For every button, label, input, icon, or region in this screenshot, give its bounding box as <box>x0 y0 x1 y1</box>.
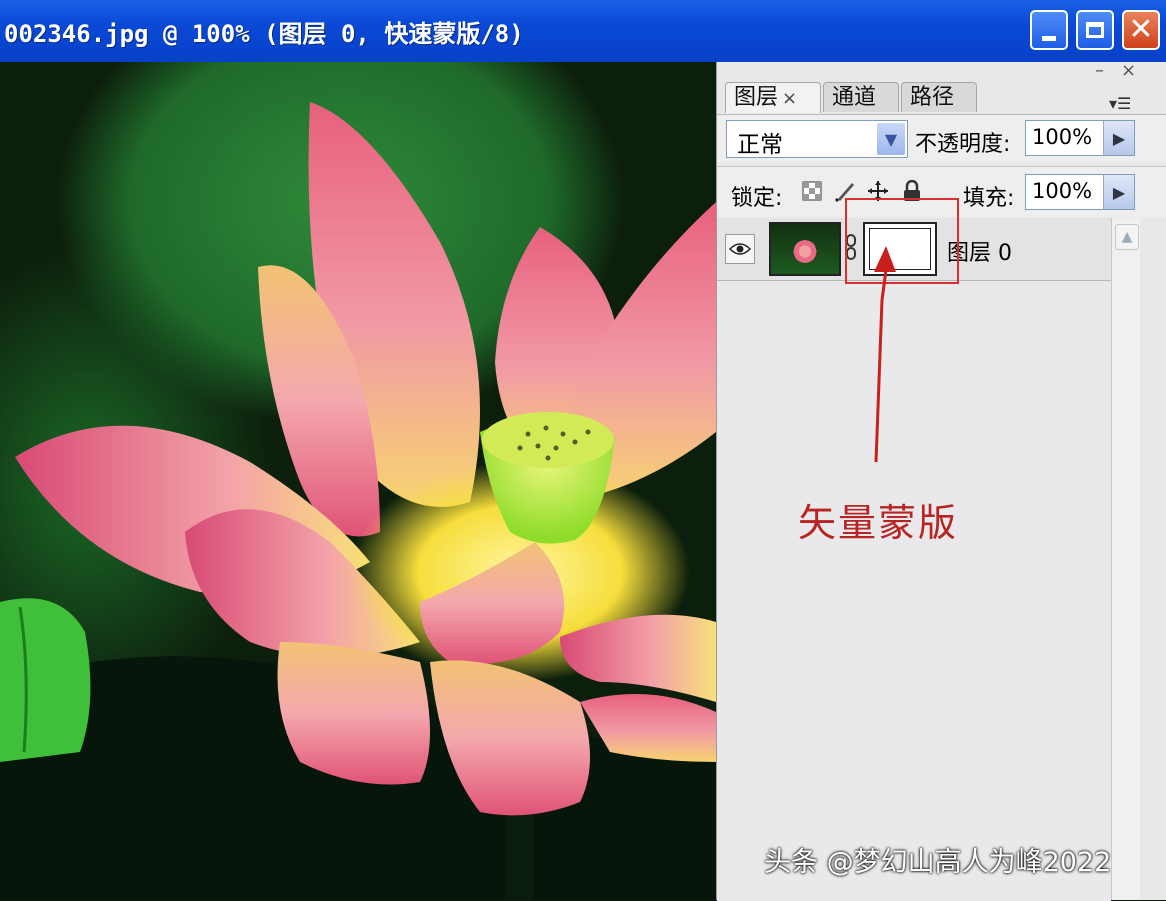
annotation-label: 矢量蒙版 <box>798 501 959 545</box>
watermark: 头条 @梦幻山高人为峰2022 <box>764 847 1112 878</box>
annotation-arrow <box>874 246 896 463</box>
